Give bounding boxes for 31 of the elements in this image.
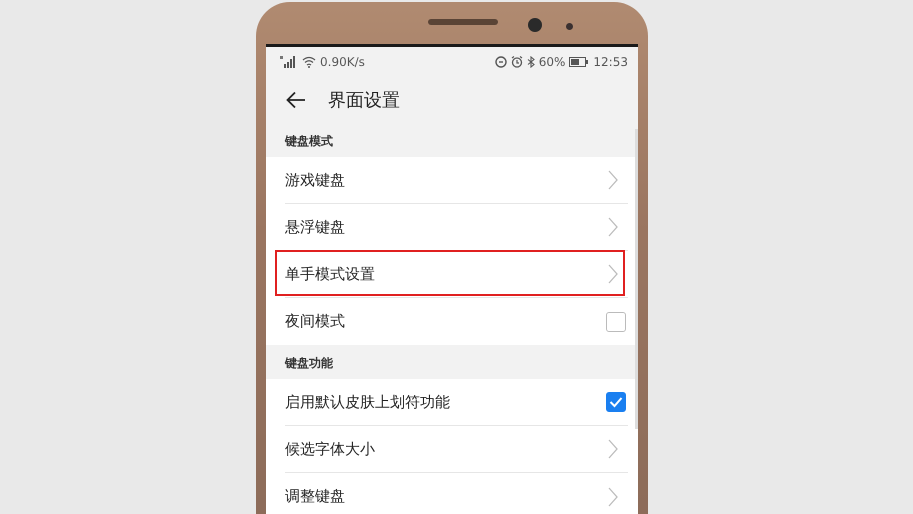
page-title: 界面设置 xyxy=(328,89,400,112)
bluetooth-icon xyxy=(526,56,535,68)
setting-label[interactable]: 候选字体大小 xyxy=(285,440,375,458)
setting-label[interactable]: 调整键盘 xyxy=(285,487,345,506)
battery-percent: 60% xyxy=(538,55,566,69)
alarm-icon xyxy=(510,56,523,68)
section-header: 键盘模式 xyxy=(284,133,334,150)
wifi-icon xyxy=(302,56,316,68)
checkbox[interactable] xyxy=(606,392,626,412)
speaker-grille xyxy=(428,19,498,25)
setting-label[interactable]: 夜间模式 xyxy=(285,312,345,331)
checkmark-icon xyxy=(609,396,623,408)
section-header: 键盘功能 xyxy=(284,355,334,372)
chevron-right-icon[interactable] xyxy=(608,486,618,506)
chevron-right-icon[interactable] xyxy=(608,439,618,459)
checkbox[interactable] xyxy=(606,312,626,332)
do-not-disturb-icon xyxy=(494,56,507,68)
chevron-right-icon[interactable] xyxy=(608,170,618,190)
setting-label[interactable]: 游戏键盘 xyxy=(285,170,345,190)
clock-time: 12:53 xyxy=(593,55,628,69)
setting-label[interactable]: 启用默认皮肤上划符功能 xyxy=(285,392,450,412)
network-speed: 0.90K/s xyxy=(320,55,365,69)
chevron-right-icon[interactable] xyxy=(608,217,618,237)
camera-lens xyxy=(528,18,542,32)
battery-icon xyxy=(569,57,590,67)
back-arrow-icon[interactable] xyxy=(286,91,306,109)
chevron-right-icon[interactable] xyxy=(608,264,618,284)
setting-label[interactable]: 单手模式设置 xyxy=(285,264,375,284)
sensor-dot xyxy=(566,23,573,30)
signal-icon xyxy=(280,56,298,68)
setting-label[interactable]: 悬浮键盘 xyxy=(285,218,345,236)
